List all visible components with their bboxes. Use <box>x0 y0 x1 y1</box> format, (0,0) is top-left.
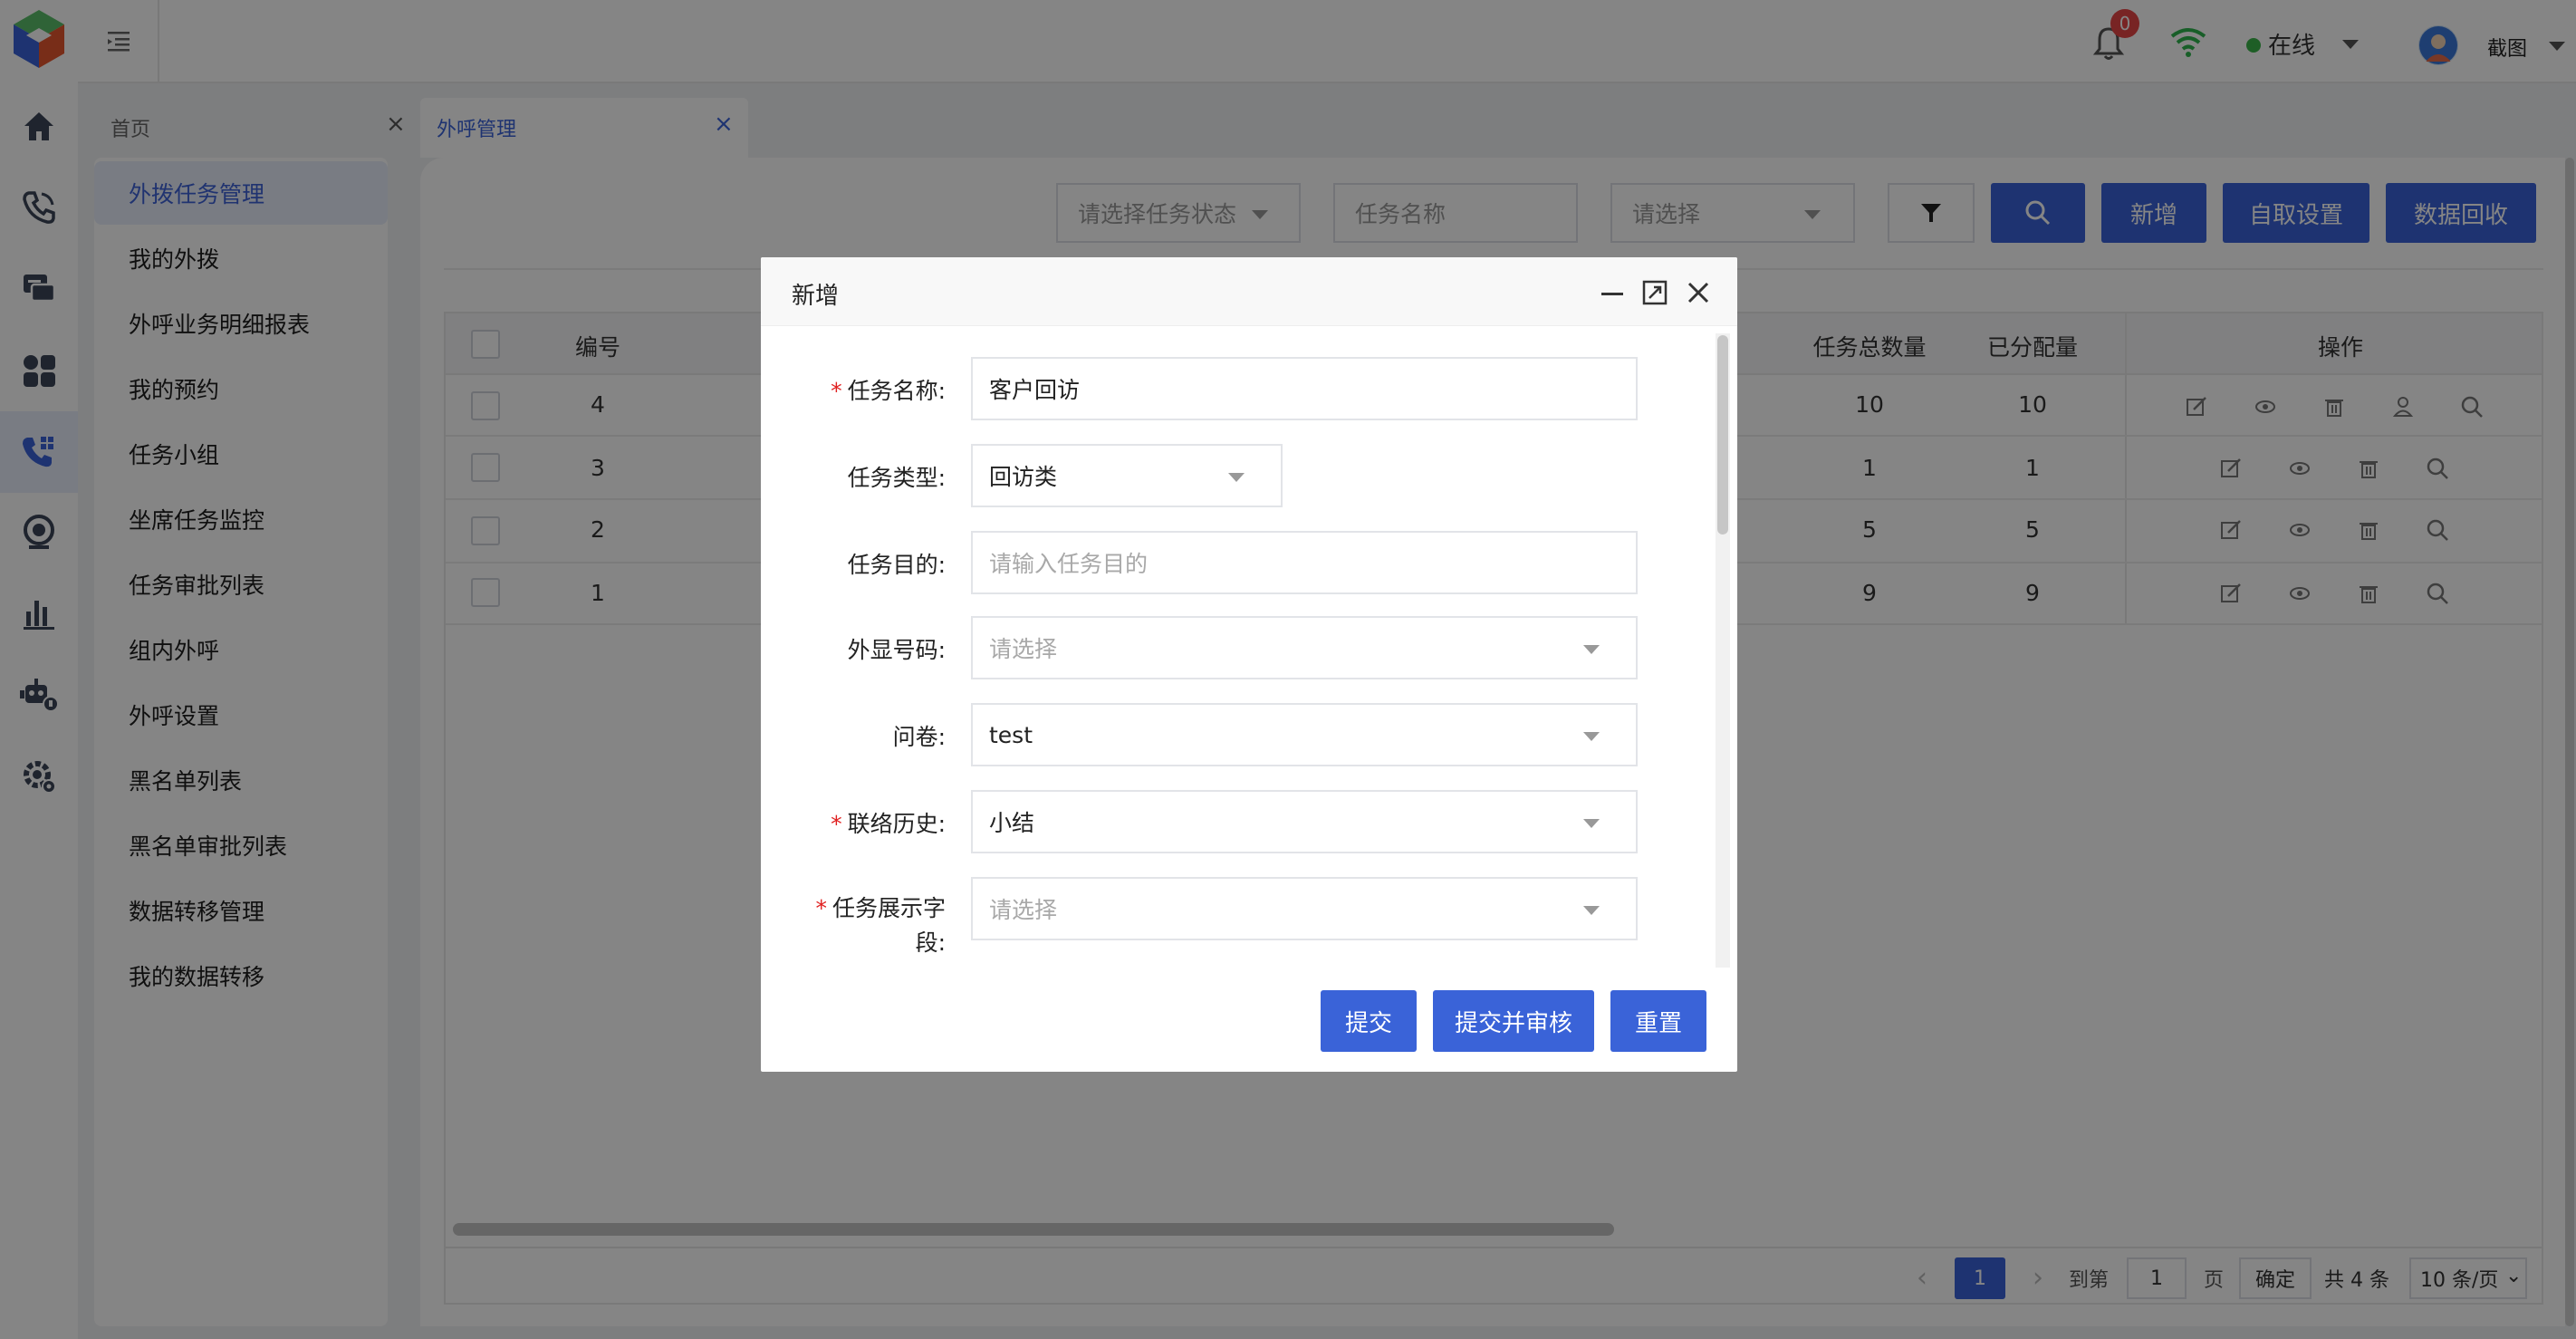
field-label-task-name: * 任务名称: <box>831 378 946 404</box>
task-type-select[interactable]: 回访类 <box>971 444 1283 507</box>
contact-history-select[interactable]: 小结 <box>971 790 1638 853</box>
field-label-contact-history: * 联络历史: <box>831 811 946 837</box>
display-fields-select[interactable]: 请选择 <box>971 877 1638 940</box>
select-value: 小结 <box>989 810 1035 836</box>
display-number-select[interactable]: 请选择 <box>971 616 1638 679</box>
modal-header: 新增 <box>761 257 1737 326</box>
select-value: 回访类 <box>989 464 1058 490</box>
modal-scrollbar[interactable] <box>1717 335 1728 535</box>
reset-button[interactable]: 重置 <box>1610 990 1706 1052</box>
task-purpose-field[interactable]: 请输入任务目的 <box>971 531 1638 594</box>
field-label-questionnaire: 问卷: <box>892 724 946 750</box>
submit-and-review-button[interactable]: 提交并审核 <box>1433 990 1594 1052</box>
close-icon[interactable] <box>1685 279 1712 306</box>
app-root: 0 在线 截图 首页 × 外呼管理 × 外拨任务管理 我的外拨 外呼业务明细报表… <box>0 0 2576 1339</box>
questionnaire-select[interactable]: test <box>971 703 1638 766</box>
field-label-display-fields: * 任务展示字 段: <box>815 895 946 956</box>
modal-title: 新增 <box>792 283 840 310</box>
task-name-field[interactable]: 客户回访 <box>971 357 1638 420</box>
add-task-modal: 新增 * 任务名称: 客户回访 任务类型: 回访类 任务目的: 请输入任务目的 外… <box>761 257 1737 1072</box>
submit-button[interactable]: 提交 <box>1321 990 1417 1052</box>
maximize-icon[interactable] <box>1641 279 1668 306</box>
select-value: test <box>989 721 1033 748</box>
field-label-task-purpose: 任务目的: <box>847 552 946 578</box>
select-placeholder: 请选择 <box>989 636 1058 662</box>
field-label-task-type: 任务类型: <box>847 465 946 491</box>
select-placeholder: 请选择 <box>989 897 1058 923</box>
field-label-display-number: 外显号码: <box>847 637 946 663</box>
minimize-icon[interactable] <box>1600 281 1625 306</box>
